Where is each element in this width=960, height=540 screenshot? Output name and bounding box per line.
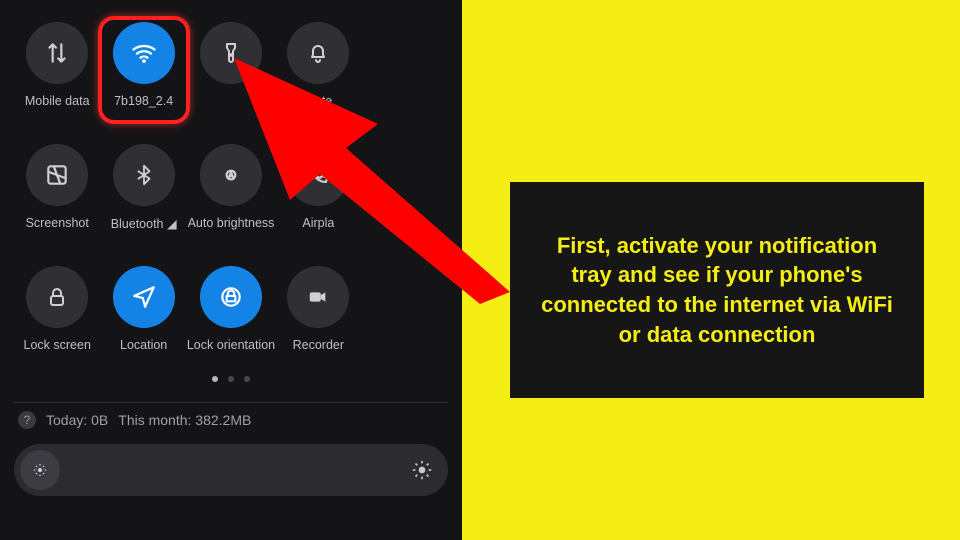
- tile-lock-orientation[interactable]: Lock orientation: [187, 258, 275, 374]
- lock-orientation-icon: [200, 266, 262, 328]
- tile-label: Mute: [304, 94, 332, 108]
- brightness-low-icon: [32, 462, 48, 478]
- airplane-icon: [287, 144, 349, 206]
- tile-label: 7b198_2.4: [114, 94, 173, 108]
- usage-today: Today: 0B: [46, 412, 108, 428]
- page-dot[interactable]: [228, 376, 234, 382]
- tile-location[interactable]: Location: [100, 258, 186, 374]
- tile-wifi[interactable]: 7b198_2.4: [100, 14, 186, 130]
- help-icon: ?: [18, 411, 36, 429]
- recorder-icon: [287, 266, 349, 328]
- tile-mobile-data[interactable]: Mobile data: [14, 14, 100, 130]
- page-dot[interactable]: [212, 376, 218, 382]
- tile-label: Airpla: [302, 216, 334, 230]
- auto-brightness-icon: [200, 144, 262, 206]
- tile-label: Location: [120, 338, 167, 352]
- instruction-callout: First, activate your notification tray a…: [510, 182, 924, 398]
- data-usage-bar[interactable]: ? Today: 0B This month: 382.2MB: [14, 402, 448, 430]
- brightness-high-icon: [412, 460, 432, 480]
- page-dot[interactable]: [244, 376, 250, 382]
- bluetooth-icon: [113, 144, 175, 206]
- mobile-data-icon: [26, 22, 88, 84]
- tile-recorder[interactable]: Recorder: [275, 258, 361, 374]
- quick-settings-panel: Mobile data 7b198_2.4 Mute Screenshot Blueto…: [0, 0, 462, 540]
- flashlight-icon: [200, 22, 262, 84]
- tile-flashlight[interactable]: [187, 14, 275, 130]
- location-icon: [113, 266, 175, 328]
- screenshot-icon: [26, 144, 88, 206]
- tile-mute[interactable]: Mute: [275, 14, 361, 130]
- brightness-thumb[interactable]: [20, 450, 60, 490]
- page-indicator: [14, 376, 448, 382]
- tile-label: Bluetooth ◢: [111, 216, 177, 231]
- tile-airplane[interactable]: Airpla: [275, 136, 361, 252]
- tile-label: Screenshot: [26, 216, 89, 230]
- tile-label: Lock orientation: [187, 338, 275, 352]
- tile-label: Lock screen: [24, 338, 91, 352]
- tile-label: Recorder: [293, 338, 344, 352]
- lock-screen-icon: [26, 266, 88, 328]
- tile-lock-screen[interactable]: Lock screen: [14, 258, 100, 374]
- tile-label: Mobile data: [25, 94, 90, 108]
- tile-screenshot[interactable]: Screenshot: [14, 136, 100, 252]
- brightness-slider[interactable]: [14, 444, 448, 496]
- tile-auto-brightness[interactable]: Auto brightness: [187, 136, 275, 252]
- mute-icon: [287, 22, 349, 84]
- usage-month: This month: 382.2MB: [118, 412, 251, 428]
- wifi-icon: [113, 22, 175, 84]
- tile-bluetooth[interactable]: Bluetooth ◢: [100, 136, 186, 252]
- callout-text: First, activate your notification tray a…: [534, 231, 900, 350]
- tile-label: Auto brightness: [188, 216, 275, 230]
- tiles-grid: Mobile data 7b198_2.4 Mute Screenshot Blueto…: [14, 14, 448, 374]
